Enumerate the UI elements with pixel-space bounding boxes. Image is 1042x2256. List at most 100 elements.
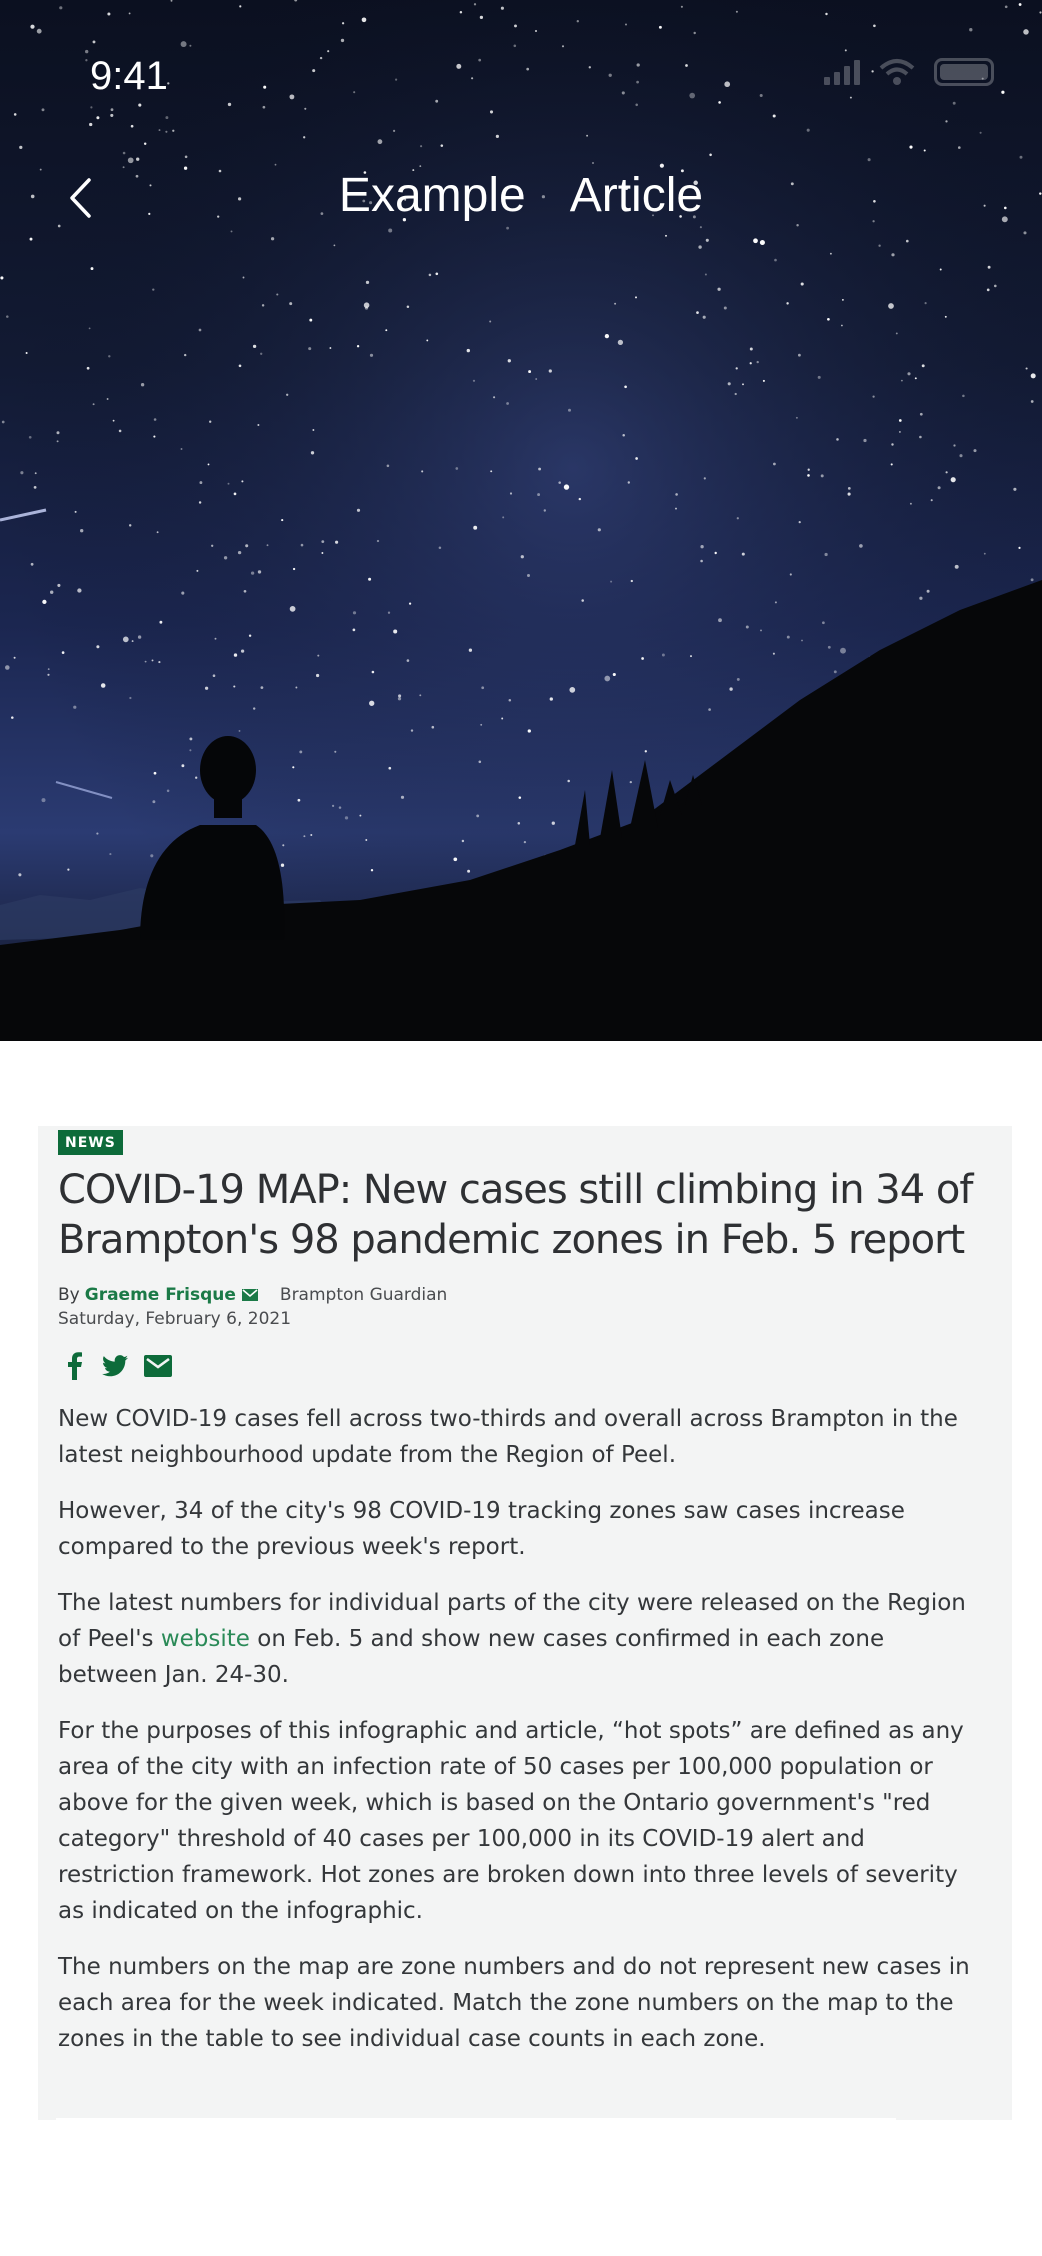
starry-sky-illustration [0, 0, 1042, 1041]
star [953, 444, 956, 447]
star [456, 63, 462, 69]
star [73, 705, 77, 709]
star [86, 366, 90, 370]
star [153, 418, 157, 421]
star [753, 238, 758, 244]
star [400, 795, 405, 799]
star [507, 359, 511, 363]
star [18, 873, 22, 877]
star [786, 635, 790, 639]
star [800, 282, 804, 286]
star [338, 806, 342, 809]
star [939, 268, 942, 271]
star [756, 360, 759, 364]
star [331, 804, 335, 808]
star [428, 273, 432, 277]
star [20, 471, 24, 475]
star [610, 580, 613, 583]
star [159, 620, 163, 624]
star [888, 303, 894, 309]
star [370, 869, 374, 872]
star [624, 23, 628, 26]
star [131, 640, 134, 643]
star [153, 435, 156, 438]
star [1018, 546, 1021, 549]
star [1, 420, 5, 424]
author-email-icon[interactable] [241, 1289, 258, 1301]
star [563, 484, 570, 490]
star [591, 161, 595, 165]
star [319, 56, 323, 60]
star [393, 129, 396, 132]
star [736, 677, 740, 681]
star [801, 639, 803, 642]
star [1030, 578, 1034, 582]
star [108, 355, 111, 358]
star [156, 531, 159, 534]
star [909, 145, 913, 149]
star [5, 665, 10, 670]
star [227, 102, 232, 107]
star [772, 652, 775, 655]
star [74, 510, 77, 513]
star [514, 24, 517, 28]
star [214, 637, 217, 640]
star [128, 524, 132, 527]
star [300, 543, 304, 547]
star [262, 105, 266, 109]
star [847, 492, 851, 496]
star [1025, 367, 1028, 370]
star [749, 362, 752, 365]
star [734, 392, 737, 396]
star [538, 467, 542, 471]
star [567, 779, 570, 783]
star [745, 625, 749, 629]
star [535, 378, 538, 380]
star [233, 492, 237, 496]
star [717, 287, 721, 291]
star [41, 798, 46, 803]
star [238, 364, 242, 368]
star [773, 462, 776, 466]
star [527, 729, 531, 733]
star [387, 611, 391, 614]
star [569, 687, 576, 693]
author-link[interactable]: Graeme Frisque [85, 1283, 236, 1307]
star [849, 96, 852, 99]
star [930, 499, 933, 502]
star [129, 696, 132, 700]
star [568, 408, 571, 412]
star [829, 252, 832, 255]
star [359, 814, 362, 817]
star [19, 145, 23, 150]
star [260, 352, 263, 355]
star [189, 737, 193, 741]
region-website-link[interactable]: website [161, 1626, 250, 1652]
star [257, 570, 262, 574]
email-icon[interactable] [144, 1355, 172, 1377]
star [891, 443, 894, 446]
facebook-icon[interactable] [64, 1352, 86, 1380]
star [1030, 373, 1036, 379]
star [184, 155, 188, 159]
star [261, 304, 265, 307]
star [92, 40, 96, 44]
star [461, 839, 465, 843]
category-badge: NEWS [58, 1130, 123, 1155]
twitter-icon[interactable] [102, 1355, 128, 1377]
star [223, 556, 228, 560]
star [481, 686, 485, 690]
star [736, 517, 739, 520]
star [152, 800, 156, 804]
star [689, 92, 696, 99]
star [506, 402, 509, 405]
star [240, 649, 245, 653]
star [959, 454, 963, 458]
star [426, 339, 429, 342]
star [798, 353, 801, 357]
star [207, 463, 210, 466]
star [89, 122, 93, 127]
star [867, 158, 871, 162]
hero-image: 9:41 Example Article [0, 0, 1042, 1041]
star [969, 28, 973, 32]
